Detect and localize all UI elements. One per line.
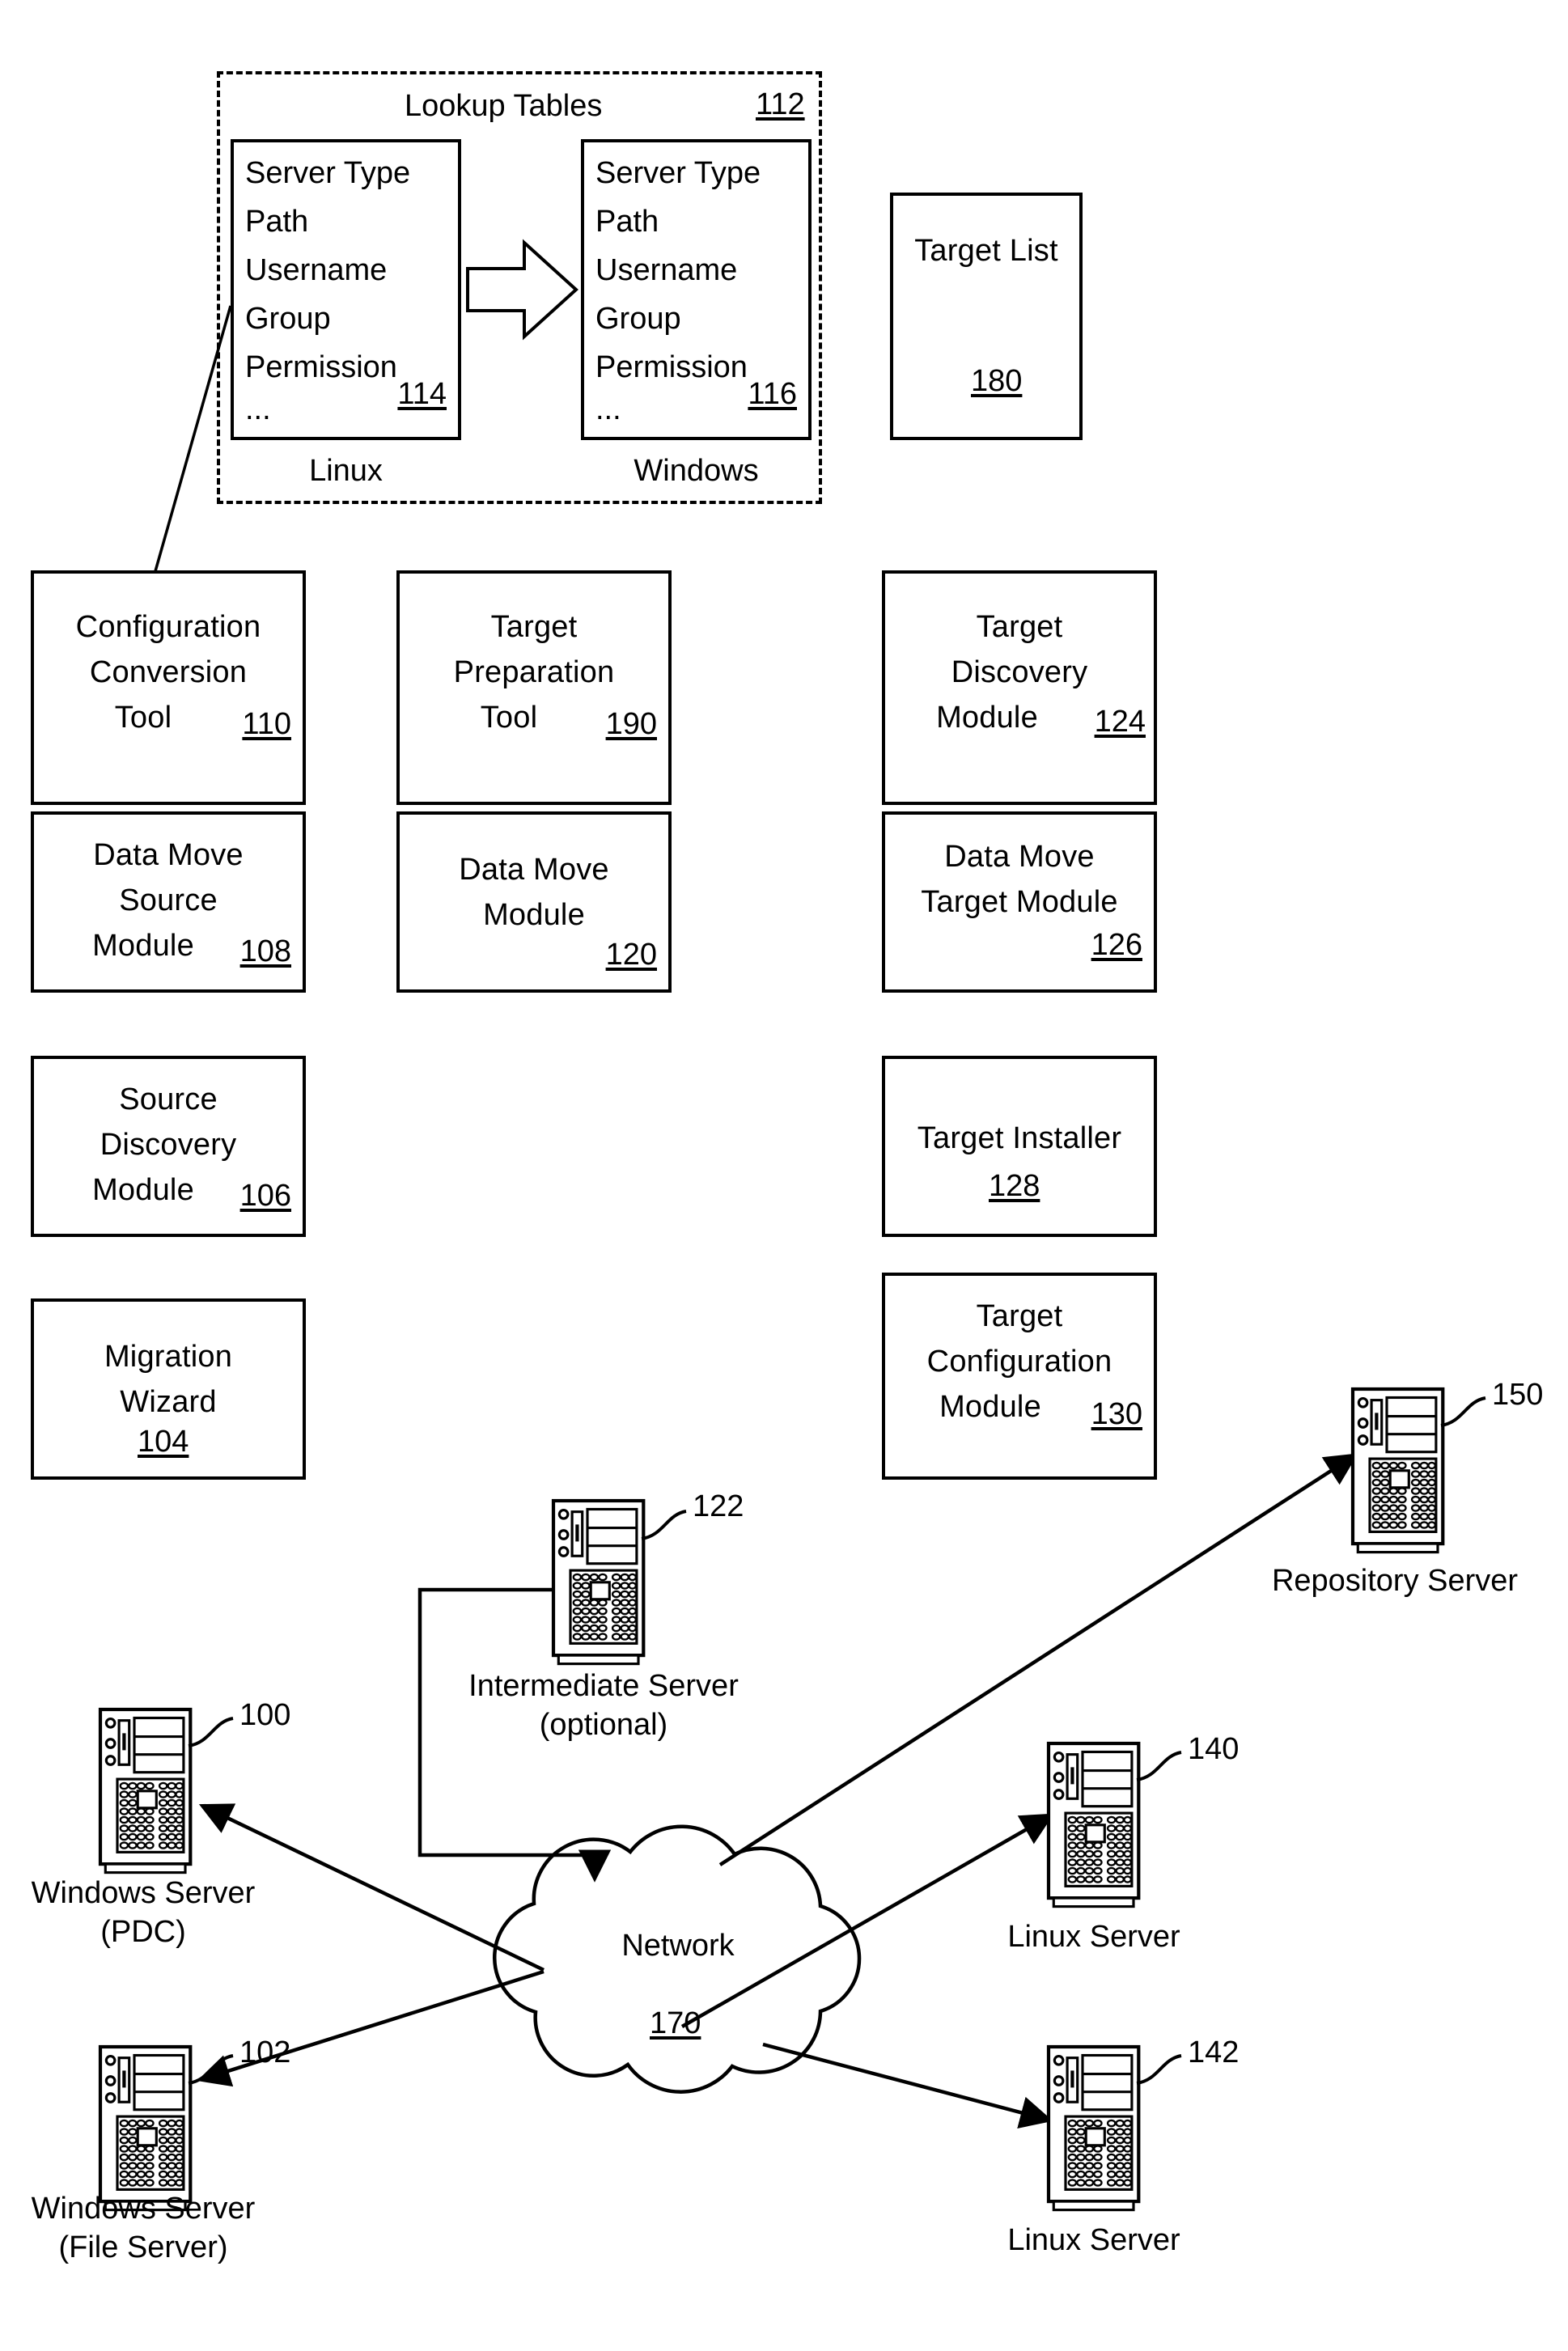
module-box-target-discovery-module: Target Discovery Module 124 [882, 570, 1157, 805]
lookup-table-linux-caption: Linux [309, 454, 383, 488]
connector-network-to-repository-server [718, 1453, 1358, 1866]
module-box-configuration-conversion-tool: Configuration Conversion Tool 110 [31, 570, 306, 805]
module-ref-104: 104 [138, 1425, 189, 1459]
lookup-tables-ref: 112 [756, 87, 805, 121]
lookup-table-linux-ref: 114 [397, 377, 447, 411]
module-line-0: Target [976, 1299, 1063, 1333]
target-list-label: Target List [914, 234, 1058, 268]
module-box-data-move-module: Data Move Module 120 [396, 811, 672, 993]
module-ref-110: 110 [242, 707, 291, 741]
module-line-0: Data Move [944, 840, 1095, 874]
network-ref: 170 [650, 2006, 701, 2040]
module-ref-128: 128 [989, 1169, 1040, 1203]
lookup-row-windows-4: Permission [595, 350, 748, 384]
module-box-data-move-target-module: Data Move Target Module 126 [882, 811, 1157, 993]
lookup-row-linux-3: Group [245, 302, 331, 336]
module-line-1: Conversion [89, 655, 248, 689]
module-ref-120: 120 [605, 938, 657, 972]
server-caption-150-line0: Repository Server [1271, 1564, 1519, 1598]
module-line-0: Data Move [459, 853, 609, 887]
server-ref-142: 142 [1188, 2035, 1240, 2069]
module-line-1: Source [119, 883, 218, 917]
module-line-0: Source [119, 1082, 218, 1116]
server-caption-102-line1: (File Server) [58, 2230, 228, 2264]
module-line-0: Data Move [93, 838, 244, 872]
leader-curve-150 [1440, 1396, 1486, 1427]
lookup-row-windows-0: Server Type [595, 156, 761, 190]
lookup-table-linux: Server Type Path Username Group Permissi… [231, 139, 461, 440]
module-line-0: Migration [104, 1340, 233, 1374]
lookup-table-windows: Server Type Path Username Group Permissi… [581, 139, 812, 440]
module-ref-190: 190 [605, 707, 657, 741]
server-caption-100-line0: Windows Server [31, 1876, 256, 1910]
module-ref-126: 126 [1091, 928, 1142, 962]
server-ref-100: 100 [239, 1698, 291, 1732]
module-line-0: Target Installer [917, 1121, 1122, 1155]
lookup-table-windows-ref: 116 [748, 377, 797, 411]
server-icon-102 [100, 2047, 190, 2210]
server-caption-122-line1: (optional) [539, 1708, 668, 1742]
server-ref-140: 140 [1188, 1732, 1240, 1766]
leader-curve-142 [1136, 2054, 1182, 2085]
server-icon-100 [100, 1709, 190, 1873]
leader-curve-102 [188, 2054, 234, 2085]
lookup-row-linux-5: ... [245, 392, 271, 426]
server-caption-140-line0: Linux Server [1007, 1920, 1180, 1954]
lookup-table-windows-caption: Windows [634, 454, 759, 488]
lookup-row-linux-4: Permission [245, 350, 397, 384]
module-ref-130: 130 [1091, 1397, 1142, 1431]
module-line-0: Target [490, 610, 578, 644]
leader-curve-100 [188, 1717, 234, 1747]
server-icon-142 [1049, 2047, 1138, 2210]
lookup-row-linux-0: Server Type [245, 156, 411, 190]
module-line-1: Preparation [453, 655, 615, 689]
lookup-row-windows-3: Group [595, 302, 681, 336]
server-caption-102-line0: Windows Server [31, 2192, 256, 2226]
module-box-target-configuration-module: Target Configuration Module 130 [882, 1273, 1157, 1480]
module-line-1: Module [483, 898, 585, 932]
module-line-0: Configuration [75, 610, 261, 644]
module-line-1: Configuration [926, 1345, 1112, 1379]
server-icon-150 [1353, 1389, 1443, 1553]
target-list-box: Target List 180 [890, 193, 1083, 440]
module-line-1: Discovery [951, 655, 1088, 689]
lookup-tables-title: Lookup Tables [405, 89, 603, 123]
module-line-1: Discovery [100, 1128, 237, 1162]
module-ref-106: 106 [239, 1179, 291, 1213]
module-line-1: Wizard [120, 1385, 217, 1419]
lookup-row-linux-1: Path [245, 205, 309, 239]
server-caption-142-line0: Linux Server [1007, 2223, 1180, 2257]
server-caption-100-line1: (PDC) [100, 1915, 186, 1949]
leader-curve-140 [1136, 1751, 1182, 1781]
server-ref-102: 102 [239, 2035, 291, 2069]
leader-curve-122 [641, 1510, 687, 1540]
module-box-target-preparation-tool: Target Preparation Tool 190 [396, 570, 672, 805]
server-caption-122-line0: Intermediate Server [468, 1669, 739, 1703]
module-line-0: Target [976, 610, 1063, 644]
module-ref-108: 108 [239, 934, 291, 968]
server-ref-150: 150 [1492, 1378, 1544, 1412]
connector-network-to-linux-server-142 [762, 2042, 1053, 2129]
target-list-ref: 180 [971, 364, 1023, 398]
lookup-row-windows-2: Username [595, 253, 738, 287]
module-box-target-installer: Target Installer 128 [882, 1056, 1157, 1237]
lookup-row-windows-1: Path [595, 205, 659, 239]
lookup-row-linux-2: Username [245, 253, 388, 287]
module-line-1: Target Module [921, 885, 1118, 919]
module-box-data-move-source-module: Data Move Source Module 108 [31, 811, 306, 993]
server-icon-140 [1049, 1743, 1138, 1907]
patent-figure: Lookup Tables 112 Server Type Path Usern… [0, 0, 1568, 2351]
module-box-migration-wizard: Migration Wizard 104 [31, 1298, 306, 1480]
server-ref-122: 122 [693, 1489, 744, 1523]
module-box-source-discovery-module: Source Discovery Module 106 [31, 1056, 306, 1237]
server-icon-122 [553, 1501, 643, 1664]
module-ref-124: 124 [1094, 705, 1146, 739]
network-label: Network [621, 1929, 735, 1963]
lookup-row-windows-5: ... [595, 392, 621, 426]
